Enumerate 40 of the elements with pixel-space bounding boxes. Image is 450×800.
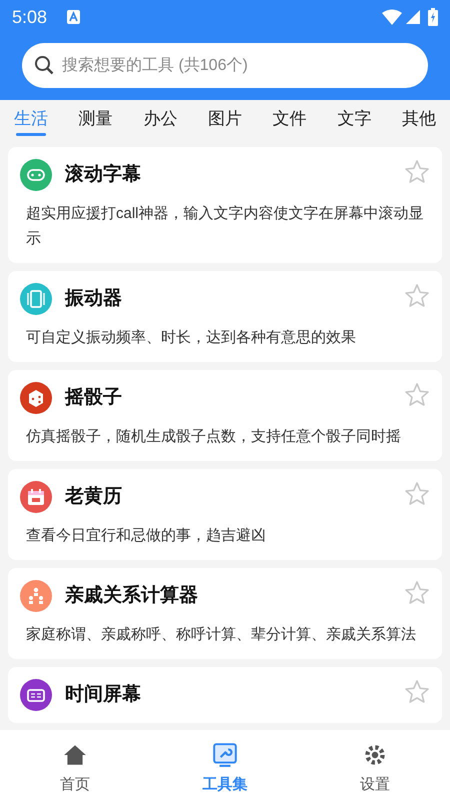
tool-card[interactable]: 老黄历 查看今日宜行和忌做的事，趋吉避凶 <box>8 469 442 560</box>
tool-title: 时间屏幕 <box>65 682 142 707</box>
tool-description: 可自定义振动频率、时长，达到各种有意思的效果 <box>25 328 357 348</box>
tool-title: 摇骰子 <box>65 386 123 410</box>
tools-icon <box>212 742 238 768</box>
star-icon[interactable] <box>404 481 430 507</box>
tool-card[interactable]: 亲戚关系计算器 家庭称谓、亲戚称呼、称呼计算、辈分计算、亲戚关系算法 <box>8 568 442 659</box>
battery-icon <box>428 8 438 26</box>
category-tab[interactable]: 文件 <box>272 100 307 138</box>
tool-title: 滚动字幕 <box>65 162 142 187</box>
tool-card[interactable]: 摇骰子 仿真摇骰子，随机生成骰子点数，支持任意个骰子同时摇 <box>8 370 442 461</box>
category-tab[interactable]: 办公 <box>143 100 178 138</box>
signal-icon <box>406 10 420 24</box>
category-tab[interactable]: 图片 <box>208 100 242 138</box>
tool-title: 振动器 <box>65 286 123 311</box>
tool-title: 亲戚关系计算器 <box>65 584 199 608</box>
tool-title: 老黄历 <box>65 484 123 509</box>
tool-description: 仿真摇骰子，随机生成骰子点数，支持任意个骰子同时摇 <box>25 427 402 447</box>
tool-description: 查看今日宜行和忌做的事，趋吉避凶 <box>25 526 267 546</box>
tool-description: 家庭称谓、亲戚称呼、称呼计算、辈分计算、亲戚关系算法 <box>25 625 417 645</box>
tool-card[interactable]: 振动器 可自定义振动频率、时长，达到各种有意思的效果 <box>8 271 442 362</box>
search-icon <box>34 55 54 75</box>
status-time: 5:08 <box>12 6 48 28</box>
tool-card[interactable]: 滚动字幕 超实用应援打call神器，输入文字内容使文字在屏幕中滚动显示 <box>8 147 442 263</box>
star-icon[interactable] <box>404 580 430 606</box>
star-icon[interactable] <box>404 679 430 705</box>
category-tab[interactable]: 其他 <box>402 100 436 138</box>
star-icon[interactable] <box>404 159 430 185</box>
tool-description: 超实用应援打call神器，输入文字内容使文字在屏幕中滚动显示 <box>25 204 425 249</box>
category-tab[interactable]: 测量 <box>78 100 113 138</box>
tool-card[interactable]: 时间屏幕 <box>8 667 442 723</box>
nav-tab[interactable]: 工具集 <box>150 730 300 796</box>
star-icon[interactable] <box>404 283 430 309</box>
nav-tab[interactable]: 首页 <box>0 730 150 796</box>
notification-icon <box>67 10 80 24</box>
category-tab[interactable]: 文字 <box>337 100 372 138</box>
nav-tab[interactable]: 设置 <box>300 730 450 796</box>
wifi-icon <box>382 9 402 25</box>
search-field[interactable]: 搜索想要的工具 (共106个) <box>22 43 428 88</box>
star-icon[interactable] <box>404 382 430 408</box>
